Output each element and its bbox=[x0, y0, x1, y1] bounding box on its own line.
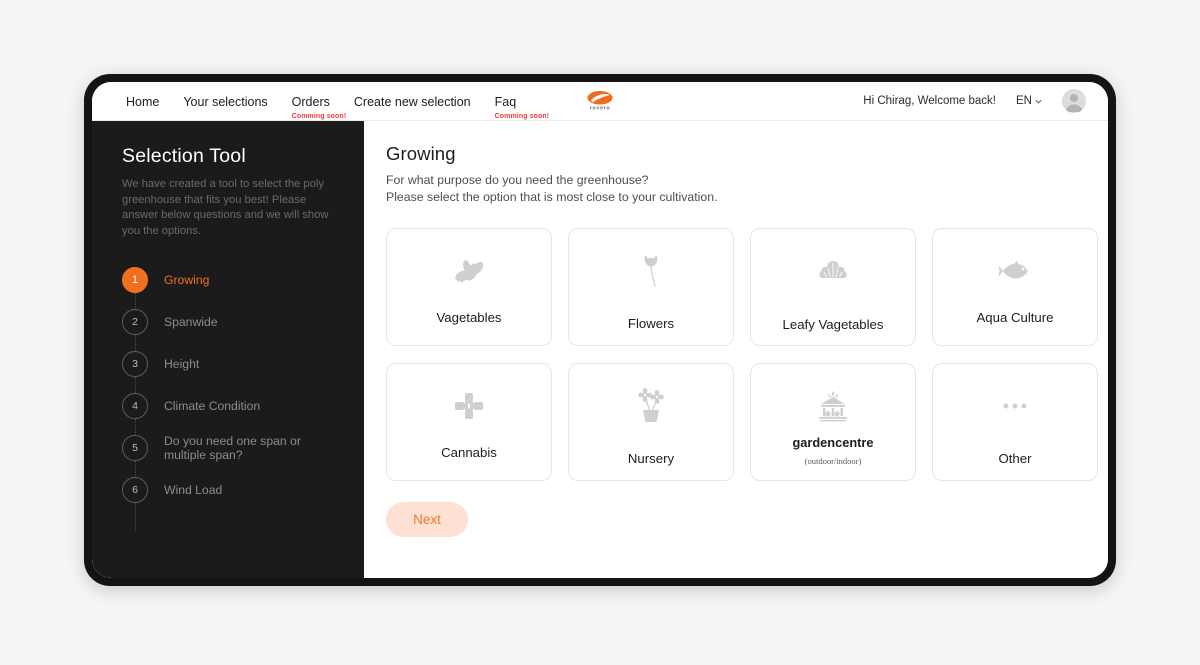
nav-item-label: Orders bbox=[291, 94, 330, 109]
sidebar-step-span-count[interactable]: 5 Do you need one span or multiple span? bbox=[122, 427, 342, 477]
option-card-label: gardencentre bbox=[792, 435, 874, 450]
option-card-label: Other bbox=[998, 451, 1032, 466]
lettuce-icon-glyph bbox=[819, 261, 847, 278]
step-label: Do you need one span or multiple span? bbox=[164, 434, 301, 462]
sidebar-step-growing[interactable]: 1 Growing bbox=[122, 259, 342, 309]
cannabis-icon-glyph bbox=[455, 393, 483, 419]
option-card-leafy-vegetables[interactable]: Leafy Vagetables bbox=[750, 228, 916, 346]
language-selector-value: EN bbox=[1016, 95, 1032, 107]
sidebar-step-wind-load[interactable]: 6 Wind Load bbox=[122, 469, 342, 531]
page-subtitle-line-1: For what purpose do you need the greenho… bbox=[386, 173, 649, 187]
option-card-gardencentre[interactable]: gardencentre (outdoor/indoor) bbox=[750, 363, 916, 481]
step-label: Spanwide bbox=[164, 315, 218, 329]
step-number-badge: 3 bbox=[122, 351, 148, 377]
option-card-label: Nursery bbox=[627, 451, 675, 466]
page-subtitle: For what purpose do you need the greenho… bbox=[386, 172, 1082, 206]
step-label: Climate Condition bbox=[164, 399, 261, 413]
garden-centre-icon-glyph bbox=[819, 391, 847, 422]
option-card-sublabel: (outdoor/indoor) bbox=[804, 456, 862, 466]
option-card-flowers[interactable]: Flowers bbox=[568, 228, 734, 346]
step-number-badge: 1 bbox=[122, 267, 148, 293]
app-body: Selection Tool We have created a tool to… bbox=[92, 121, 1108, 578]
sidebar-step-spanwide[interactable]: 2 Spanwide bbox=[122, 301, 342, 351]
ellipsis-icon bbox=[1002, 386, 1028, 426]
nav-item-your-selections[interactable]: Your selections bbox=[183, 95, 267, 110]
nav-item-label: Your selections bbox=[183, 94, 268, 109]
user-avatar-icon bbox=[1062, 89, 1086, 113]
tulip-icon-glyph bbox=[644, 255, 658, 287]
potted-plant-icon bbox=[635, 386, 667, 426]
nav-item-faq[interactable]: Faq Comming soon! bbox=[494, 94, 549, 120]
option-card-label: Flowers bbox=[627, 316, 675, 331]
rovero-logo-icon bbox=[587, 91, 613, 105]
option-card-nursery[interactable]: Nursery bbox=[568, 363, 734, 481]
ellipsis-icon-glyph bbox=[1003, 403, 1027, 409]
chevron-down-icon bbox=[1035, 99, 1042, 103]
potted-plant-icon-glyph bbox=[638, 388, 664, 422]
vegetables-icon bbox=[452, 251, 486, 291]
next-button[interactable]: Next bbox=[386, 502, 468, 537]
device-frame: Home Your selections Orders Comming soon… bbox=[84, 74, 1116, 586]
page-title: Growing bbox=[386, 143, 456, 164]
language-selector[interactable]: EN bbox=[1016, 95, 1042, 107]
option-card-label: Cannabis bbox=[441, 445, 497, 460]
lettuce-icon bbox=[817, 251, 849, 291]
nav-right-group: Hi Chirag, Welcome back! EN bbox=[863, 89, 1086, 113]
rovero-logo[interactable]: rovero bbox=[587, 90, 613, 112]
option-card-vegetables[interactable]: Vagetables bbox=[386, 228, 552, 346]
nav-item-coming-soon-note: Comming soon! bbox=[494, 112, 550, 120]
nav-item-home[interactable]: Home bbox=[126, 95, 159, 110]
avatar[interactable] bbox=[1062, 89, 1086, 113]
cannabis-icon bbox=[454, 386, 484, 426]
nav-item-label: Create new selection bbox=[353, 94, 471, 109]
fish-icon bbox=[998, 251, 1032, 291]
main-content: Growing For what purpose do you need the… bbox=[364, 121, 1108, 578]
step-number-badge: 5 bbox=[122, 435, 148, 461]
sidebar-step-height[interactable]: 3 Height bbox=[122, 343, 342, 393]
option-card-label: Leafy Vagetables bbox=[782, 317, 884, 332]
step-number-badge: 6 bbox=[122, 477, 148, 503]
page-subtitle-line-2: Please select the option that is most cl… bbox=[386, 190, 718, 204]
sidebar-title: Selection Tool bbox=[122, 145, 246, 167]
step-number-badge: 2 bbox=[122, 309, 148, 335]
vegetables-icon-glyph bbox=[455, 260, 484, 283]
option-card-cannabis[interactable]: Cannabis bbox=[386, 363, 552, 481]
user-greeting: Hi Chirag, Welcome back! bbox=[863, 95, 997, 107]
sidebar-description: We have created a tool to select the pol… bbox=[122, 178, 329, 237]
option-card-grid: Vagetables Flowers Leafy Vagetables Aqua… bbox=[386, 228, 1098, 481]
step-label: Growing bbox=[164, 273, 210, 287]
nav-item-orders[interactable]: Orders Comming soon! bbox=[291, 94, 346, 120]
nav-item-label: Home bbox=[126, 94, 160, 109]
nav-item-create-new-selection[interactable]: Create new selection bbox=[354, 95, 471, 110]
step-list: 1 Growing 2 Spanwide 3 Height 4 Climate … bbox=[122, 259, 342, 531]
option-card-label: Aqua Culture bbox=[976, 310, 1054, 325]
nav-item-label: Faq bbox=[494, 94, 517, 109]
rovero-logo-text: rovero bbox=[589, 105, 611, 112]
option-card-label: Vagetables bbox=[436, 310, 502, 325]
garden-centre-icon bbox=[815, 386, 851, 426]
tulip-icon bbox=[640, 251, 662, 291]
app-screen: Home Your selections Orders Comming soon… bbox=[92, 82, 1108, 578]
option-card-other[interactable]: Other bbox=[932, 363, 1098, 481]
sidebar-step-climate-condition[interactable]: 4 Climate Condition bbox=[122, 385, 342, 435]
next-button-row: Next bbox=[386, 502, 1082, 537]
step-number-badge: 4 bbox=[122, 393, 148, 419]
top-navigation-bar: Home Your selections Orders Comming soon… bbox=[92, 82, 1108, 121]
fish-icon-glyph bbox=[998, 261, 1028, 279]
main-nav: Home Your selections Orders Comming soon… bbox=[126, 93, 549, 120]
sidebar: Selection Tool We have created a tool to… bbox=[92, 121, 364, 578]
step-label: Wind Load bbox=[164, 483, 223, 497]
option-card-aqua-culture[interactable]: Aqua Culture bbox=[932, 228, 1098, 346]
step-label: Height bbox=[164, 357, 200, 371]
